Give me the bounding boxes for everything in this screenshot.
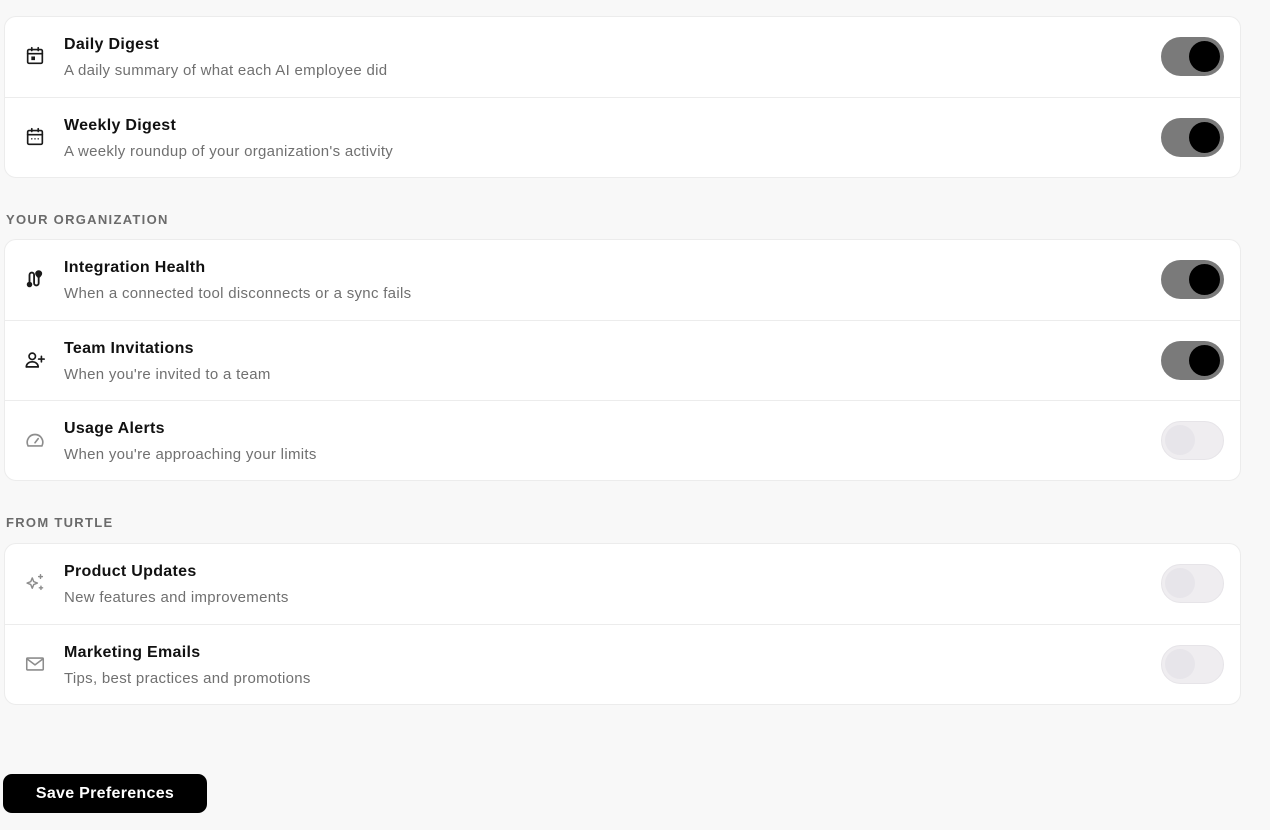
calendar-icon [24, 45, 46, 67]
toggle-knob [1189, 345, 1220, 376]
item-title: Product Updates [64, 563, 197, 580]
item-description: When you're invited to a team [64, 366, 271, 383]
item-description: A daily summary of what each AI employee… [64, 62, 388, 79]
item-description: A weekly roundup of your organization's … [64, 143, 394, 160]
item-title: Team Invitations [64, 340, 194, 357]
toggle-knob [1165, 649, 1195, 679]
item-title: Usage Alerts [64, 420, 165, 437]
daily-digest-toggle[interactable] [1161, 37, 1224, 76]
usage-alerts-toggle[interactable] [1161, 421, 1224, 460]
section-label-organization: YOUR ORGANIZATION [6, 212, 169, 227]
digest-card: Daily Digest A daily summary of what eac… [4, 16, 1241, 178]
item-title: Marketing Emails [64, 644, 201, 661]
item-title: Integration Health [64, 259, 206, 276]
section-label-turtle: FROM TURTLE [6, 515, 114, 530]
toggle-knob [1165, 425, 1195, 455]
route-icon [24, 268, 46, 290]
item-description: Tips, best practices and promotions [64, 670, 311, 687]
team-invitations-toggle[interactable] [1161, 341, 1224, 380]
item-description: When a connected tool disconnects or a s… [64, 285, 412, 302]
list-item-product-updates: Product Updates New features and improve… [5, 544, 1240, 624]
toggle-knob [1189, 41, 1220, 72]
item-description: New features and improvements [64, 589, 289, 606]
list-item-weekly-digest: Weekly Digest A weekly roundup of your o… [5, 97, 1240, 177]
toggle-knob [1165, 568, 1195, 598]
item-description: When you're approaching your limits [64, 446, 317, 463]
list-item-daily-digest: Daily Digest A daily summary of what eac… [5, 17, 1240, 97]
calendar-week-icon [24, 126, 46, 148]
save-preferences-button[interactable]: Save Preferences [3, 774, 207, 813]
list-item-integration-health: Integration Health When a connected tool… [5, 240, 1240, 320]
turtle-card: Product Updates New features and improve… [4, 543, 1241, 705]
toggle-knob [1189, 264, 1220, 295]
toggle-knob [1189, 122, 1220, 153]
integration-health-toggle[interactable] [1161, 260, 1224, 299]
organization-card: Integration Health When a connected tool… [4, 239, 1241, 481]
product-updates-toggle[interactable] [1161, 564, 1224, 603]
item-title: Weekly Digest [64, 117, 177, 134]
sparkles-icon [24, 572, 46, 594]
user-plus-icon [24, 349, 46, 371]
list-item-usage-alerts: Usage Alerts When you're approaching you… [5, 400, 1240, 480]
mail-icon [24, 653, 46, 675]
weekly-digest-toggle[interactable] [1161, 118, 1224, 157]
gauge-icon [24, 429, 46, 451]
list-item-marketing-emails: Marketing Emails Tips, best practices an… [5, 624, 1240, 704]
item-title: Daily Digest [64, 36, 160, 53]
marketing-emails-toggle[interactable] [1161, 645, 1224, 684]
list-item-team-invitations: Team Invitations When you're invited to … [5, 320, 1240, 400]
